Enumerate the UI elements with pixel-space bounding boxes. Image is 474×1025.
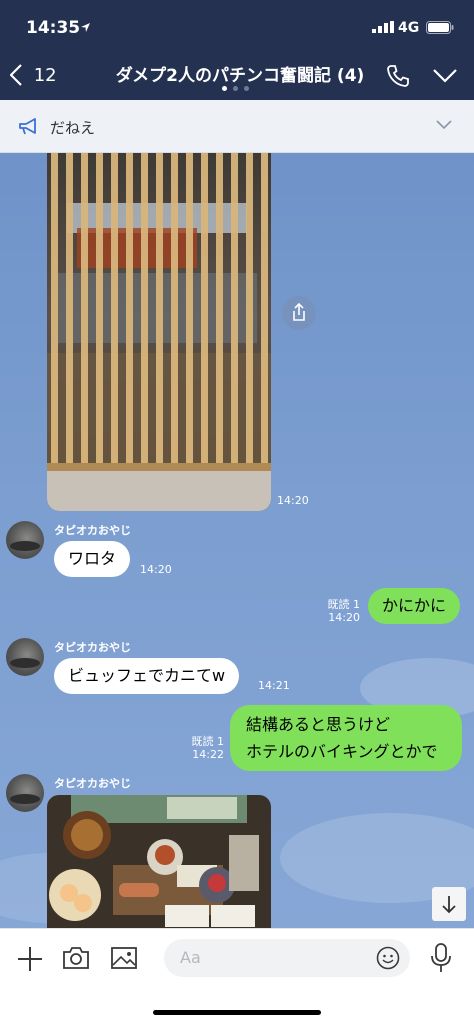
read-label: 既読 1 — [327, 598, 361, 611]
page-dot — [244, 86, 249, 91]
read-receipt: 既読 1 14:22 — [182, 735, 225, 761]
scroll-down-icon — [442, 896, 456, 914]
message-time: 14:20 — [277, 494, 309, 507]
chat-header: 12 ダメプ2人のパチンコ奮闘記 (4) — [0, 54, 474, 100]
announcement-bar[interactable]: だねえ — [0, 100, 474, 153]
message-bubble[interactable]: かにかに — [368, 588, 461, 624]
sender-name: タピオカおやじ — [54, 641, 131, 654]
input-placeholder: Aa — [180, 948, 201, 967]
chat-area[interactable]: 14:20 タピオカおやじ ワロタ 14:20 既読 1 14:20 かにかに … — [0, 153, 474, 928]
status-bar: 14:35 4G — [0, 0, 474, 54]
message-time: 14:21 — [258, 679, 290, 692]
message-line: 結構あると思うけど — [246, 715, 391, 734]
avatar[interactable] — [6, 521, 44, 559]
message-input[interactable]: Aa — [164, 939, 410, 977]
back-count: 12 — [33, 64, 57, 86]
back-chevron-icon — [9, 64, 22, 86]
battery-icon — [426, 21, 454, 34]
read-label: 既読 1 — [191, 735, 225, 748]
message-bubble[interactable]: ビュッフェでカニてw — [54, 658, 240, 694]
home-indicator — [153, 1010, 321, 1015]
phone-icon[interactable] — [386, 64, 410, 88]
signal-icon — [372, 21, 394, 33]
read-receipt: 既読 1 14:20 — [318, 598, 361, 624]
avatar[interactable] — [6, 774, 44, 812]
sender-name: タピオカおやじ — [54, 524, 131, 537]
camera-icon[interactable] — [62, 945, 90, 971]
emoji-icon[interactable] — [376, 946, 400, 970]
scroll-down-button[interactable] — [432, 887, 466, 921]
shared-photo[interactable] — [47, 153, 271, 511]
chat-title[interactable]: ダメプ2人のパチンコ奮闘記 (4) — [90, 61, 390, 86]
message-line: ホテルのバイキングとかで — [246, 742, 438, 761]
megaphone-icon — [19, 118, 36, 135]
location-arrow-icon — [81, 23, 90, 32]
microphone-icon[interactable] — [430, 943, 452, 973]
chevron-down-icon[interactable] — [436, 120, 452, 130]
message-time: 14:20 — [328, 611, 360, 624]
network-type: 4G — [398, 20, 420, 36]
share-icon — [293, 302, 305, 321]
announcement-text: だねえ — [50, 119, 96, 137]
page-dot — [233, 86, 238, 91]
avatar[interactable] — [6, 638, 44, 676]
message-bubble[interactable]: ワロタ — [54, 541, 131, 577]
restaurant-lattice-photo — [47, 153, 271, 511]
sender-name: タピオカおやじ — [54, 777, 131, 790]
shared-photo[interactable] — [47, 795, 271, 928]
message-bubble[interactable]: 結構あると思うけど ホテルのバイキングとかで — [230, 705, 462, 771]
page-dots — [222, 86, 249, 91]
page-dot — [222, 86, 227, 91]
chevron-down-icon[interactable] — [432, 68, 458, 84]
image-icon[interactable] — [110, 945, 138, 971]
food-display-photo — [47, 795, 271, 928]
back-button[interactable]: 12 — [9, 64, 57, 86]
plus-icon[interactable] — [16, 945, 44, 973]
message-time: 14:22 — [192, 748, 224, 761]
share-button[interactable] — [282, 296, 316, 330]
message-time: 14:20 — [140, 563, 172, 576]
status-time: 14:35 — [26, 18, 81, 38]
